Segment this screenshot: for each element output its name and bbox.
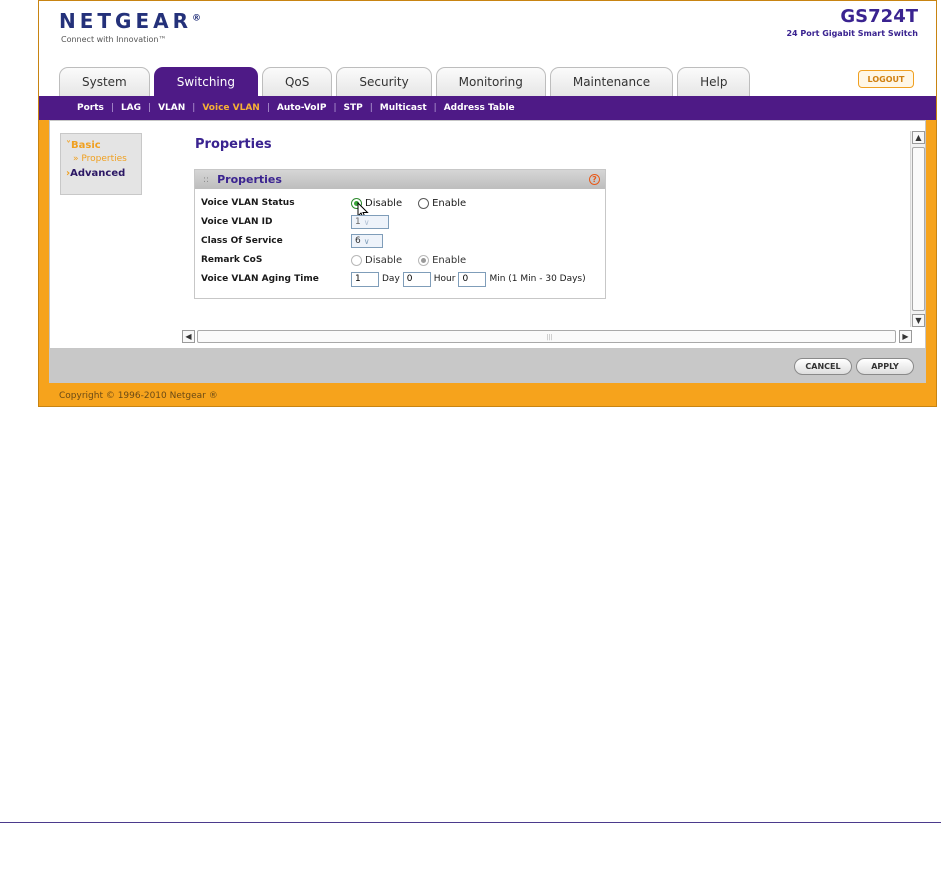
remark-cos-disable-label: Disable xyxy=(365,254,403,266)
netgear-logo: NETGEAR® xyxy=(59,9,201,33)
subnav-address-table[interactable]: Address Table xyxy=(444,103,515,113)
horizontal-scrollbar[interactable]: ◀ ||| ▶ xyxy=(181,329,912,343)
subnav-auto-voip[interactable]: Auto-VoIP xyxy=(277,103,327,113)
voice-vlan-status-enable-radio[interactable] xyxy=(418,197,430,209)
tab-maintenance[interactable]: Maintenance xyxy=(549,67,674,96)
nav-basic[interactable]: ˅Basic xyxy=(66,140,141,151)
class-of-service-row: Class Of Service 6 ∨ xyxy=(201,233,383,249)
panel-header: :: Properties ? xyxy=(195,170,605,189)
header: NETGEAR® Connect with Innovation™ GS724T… xyxy=(39,1,936,96)
vertical-scrollbar[interactable]: ▲ ▼ xyxy=(910,131,925,327)
content-area: ˅Basic » Properties ›Advanced Properties… xyxy=(49,120,926,349)
subnav-separator: | xyxy=(148,103,152,113)
left-navigation: ˅Basic » Properties ›Advanced xyxy=(60,133,142,195)
voice-vlan-status-disable-label: Disable xyxy=(365,197,403,209)
chevron-down-icon: ∨ xyxy=(363,236,370,246)
voice-vlan-status-row: Voice VLAN Status Disable Enable xyxy=(201,195,482,220)
aging-day-input[interactable]: 1 xyxy=(351,271,379,287)
subnav-separator: | xyxy=(266,103,270,113)
copyright: Copyright © 1996-2010 Netgear ® xyxy=(59,391,218,401)
help-circle-icon[interactable]: ? xyxy=(589,174,600,185)
aging-time-label: Voice VLAN Aging Time xyxy=(201,274,319,284)
remark-cos-disable-radio[interactable] xyxy=(351,254,362,266)
tab-switching[interactable]: Switching xyxy=(153,67,258,96)
horizontal-scroll-thumb[interactable]: ||| xyxy=(197,329,896,343)
scroll-down-button[interactable]: ▼ xyxy=(912,314,925,327)
remark-cos-enable-label: Enable xyxy=(432,254,467,266)
sub-navigation: Ports | LAG | VLAN | Voice VLAN | Auto-V… xyxy=(39,96,936,120)
subnav-separator: | xyxy=(192,103,196,113)
voice-vlan-status-enable-label: Enable xyxy=(432,197,467,209)
main-tabs: System Switching QoS Security Monitoring… xyxy=(59,67,751,96)
grip-icon: ||| xyxy=(546,333,553,341)
grip-icon: :: xyxy=(203,174,210,185)
subnav-separator: | xyxy=(369,103,373,113)
subnav-separator: | xyxy=(333,103,337,113)
chevron-down-icon: ∨ xyxy=(363,217,370,227)
aging-time-row: Voice VLAN Aging Time 1 Day 0 Hour 0 Min… xyxy=(201,271,589,287)
voice-vlan-id-label: Voice VLAN ID xyxy=(201,217,273,227)
nav-properties[interactable]: » Properties xyxy=(73,154,141,164)
voice-vlan-id-select[interactable]: 1 ∨ xyxy=(351,215,389,229)
aging-hour-unit: Hour xyxy=(433,274,456,284)
scroll-up-button[interactable]: ▲ xyxy=(912,131,925,144)
action-bar: CANCEL APPLY xyxy=(49,349,926,383)
page-title: Properties xyxy=(195,137,272,152)
page-divider xyxy=(0,822,941,823)
class-of-service-label: Class Of Service xyxy=(201,236,283,246)
vertical-scroll-thumb[interactable] xyxy=(912,147,925,311)
class-of-service-select[interactable]: 6 ∨ xyxy=(351,234,383,248)
voice-vlan-status-label: Voice VLAN Status xyxy=(201,198,295,208)
nav-advanced[interactable]: ›Advanced xyxy=(66,168,141,179)
tab-qos[interactable]: QoS xyxy=(261,67,333,96)
tab-system[interactable]: System xyxy=(59,67,150,96)
remark-cos-row: Remark CoS Disable Enable xyxy=(201,252,482,268)
subnav-separator: | xyxy=(110,103,114,113)
logout-button[interactable]: LOGOUT xyxy=(858,70,914,88)
subnav-multicast[interactable]: Multicast xyxy=(380,103,427,113)
subnav-vlan[interactable]: VLAN xyxy=(158,103,185,113)
panel-title: Properties xyxy=(217,173,282,186)
aging-hour-input[interactable]: 0 xyxy=(402,271,431,287)
voice-vlan-id-row: Voice VLAN ID 1 ∨ xyxy=(201,214,389,230)
aging-min-input[interactable]: 0 xyxy=(458,271,487,287)
cancel-button[interactable]: CANCEL xyxy=(794,358,852,375)
subnav-ports[interactable]: Ports xyxy=(77,103,104,113)
tab-monitoring[interactable]: Monitoring xyxy=(435,67,546,96)
scroll-left-button[interactable]: ◀ xyxy=(182,329,195,343)
aging-min-unit: Min (1 Min - 30 Days) xyxy=(489,274,586,284)
subnav-voice-vlan[interactable]: Voice VLAN xyxy=(202,103,260,113)
subnav-separator: | xyxy=(433,103,437,113)
scroll-right-button[interactable]: ▶ xyxy=(899,329,912,343)
subnav-lag[interactable]: LAG xyxy=(121,103,141,113)
remark-cos-enable-radio[interactable] xyxy=(418,254,430,266)
properties-panel: :: Properties ? Voice VLAN Status Disabl… xyxy=(194,169,606,299)
apply-button[interactable]: APPLY xyxy=(856,358,914,375)
model-name: GS724T xyxy=(840,6,918,27)
app-window: NETGEAR® Connect with Innovation™ GS724T… xyxy=(38,0,937,407)
tagline: Connect with Innovation™ xyxy=(61,35,167,44)
tab-security[interactable]: Security xyxy=(336,67,432,96)
model-subtitle: 24 Port Gigabit Smart Switch xyxy=(786,29,918,38)
remark-cos-label: Remark CoS xyxy=(201,255,263,265)
subnav-stp[interactable]: STP xyxy=(343,103,362,113)
tab-help[interactable]: Help xyxy=(677,67,751,96)
aging-day-unit: Day xyxy=(382,274,400,284)
